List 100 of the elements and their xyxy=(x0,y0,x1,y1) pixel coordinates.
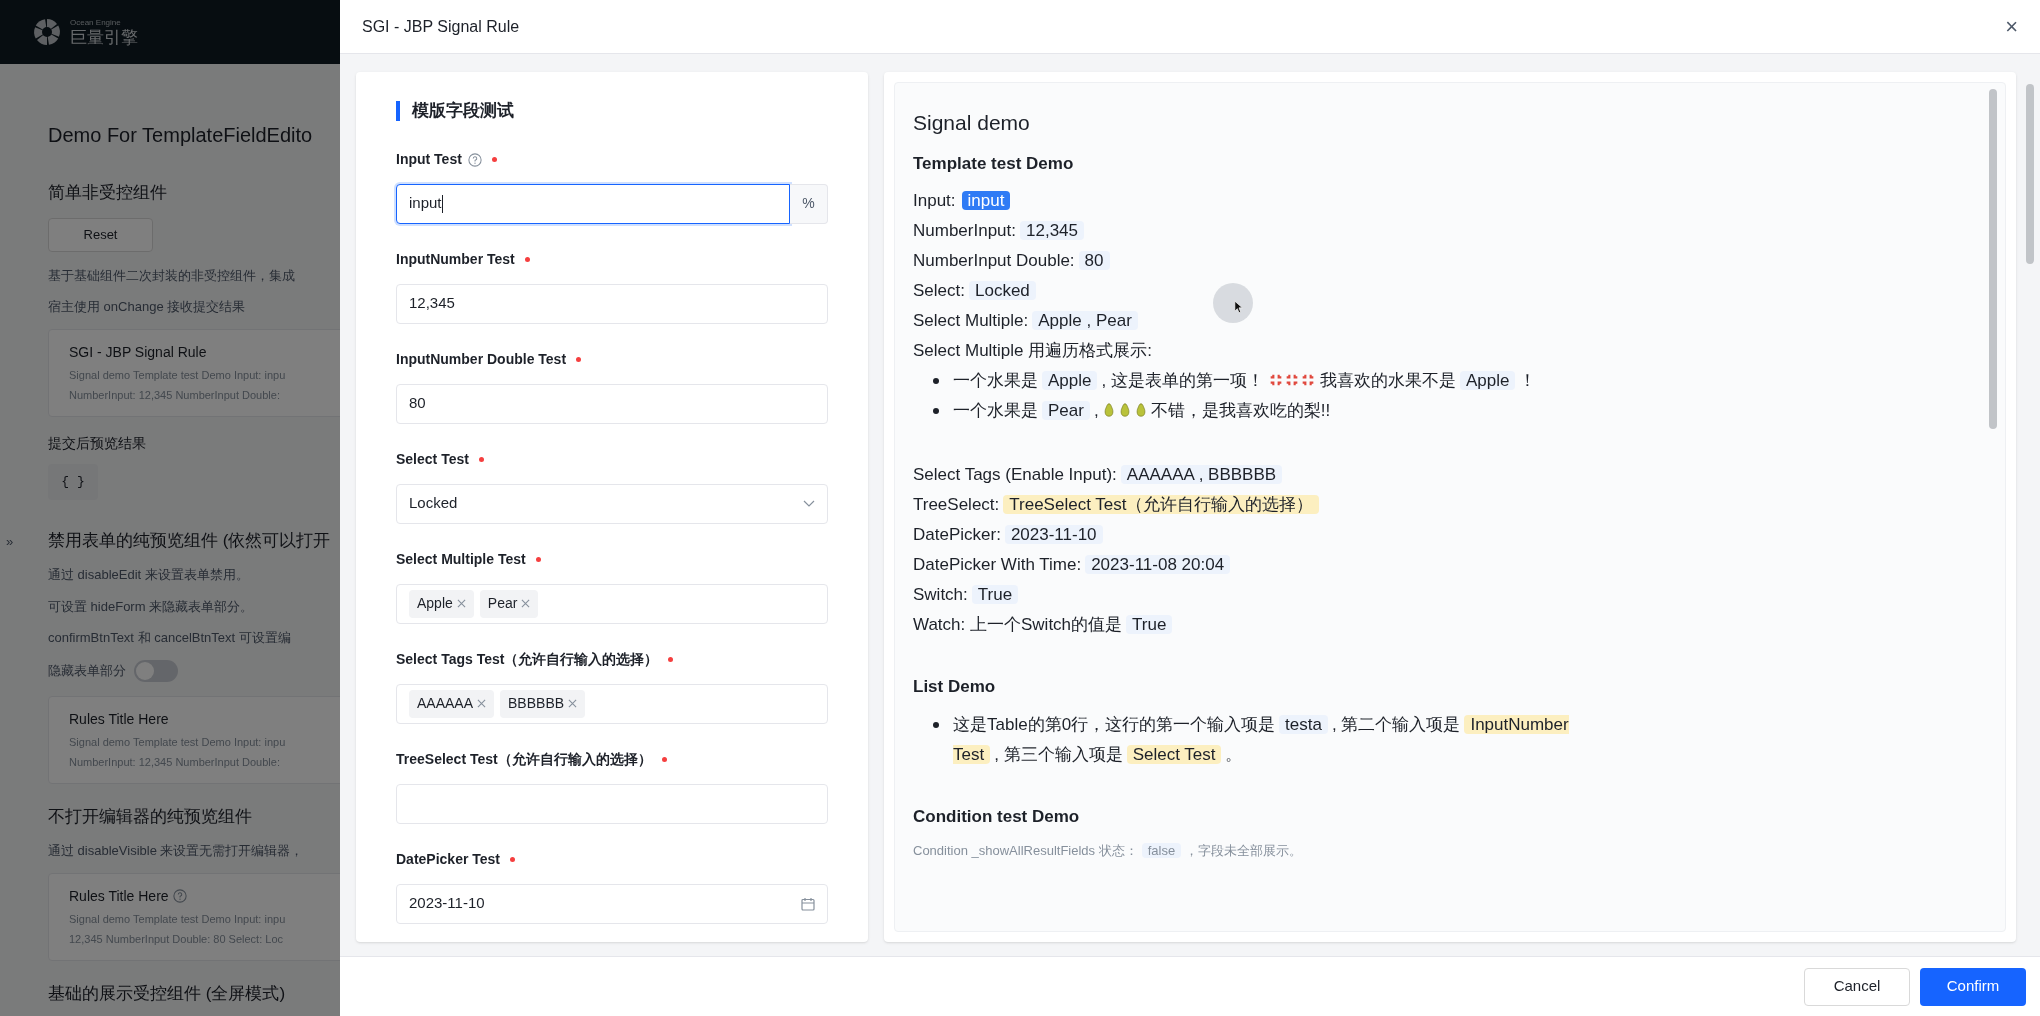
field-label: InputNumber Double Test xyxy=(396,350,567,369)
section-heading: 不打开编辑器的纯预览组件 xyxy=(48,805,253,828)
preview-text: Condition _showAllResultFields 状态： xyxy=(913,843,1138,858)
tag-chip[interactable]: Pear xyxy=(479,589,539,618)
preview-text: NumberInput: xyxy=(913,221,1016,240)
card-summary: 12,345 NumberInput Double: 80 Select: Loc xyxy=(69,932,285,947)
highlight-chip: Select Test xyxy=(1126,744,1222,764)
bullet-icon xyxy=(933,378,939,384)
remove-icon[interactable] xyxy=(477,699,487,708)
preview-text: Select Multiple 用遍历格式展示: xyxy=(913,341,1152,360)
preview-text: 不错，是我喜欢吃的梨!! xyxy=(1150,401,1331,420)
rule-card[interactable]: Rules Title Here Signal demo Template test Demo Input: inpu NumberInput: 12,345 NumberInput Double: xyxy=(48,695,340,784)
section-heading: 禁用表单的纯预览组件 (依然可以打开 xyxy=(48,529,332,552)
preview-text: NumberInput Double: xyxy=(913,251,1075,270)
card-summary: Signal demo Template test Demo Input: inpu xyxy=(69,911,287,927)
logo-icon xyxy=(32,17,62,47)
value-chip: 2023-11-10 xyxy=(1004,525,1103,544)
preview-text: DatePicker With Time: xyxy=(913,555,1082,574)
field-label: Select Test xyxy=(396,450,469,469)
remove-icon[interactable] xyxy=(568,699,578,708)
reset-button[interactable]: Reset xyxy=(48,217,153,252)
bullet-icon xyxy=(933,408,939,414)
close-button[interactable]: × xyxy=(2005,15,2018,38)
value-chip: 80 xyxy=(1078,251,1110,270)
preview-text: DatePicker: xyxy=(913,525,1001,544)
value-chip: testa xyxy=(1279,714,1328,734)
multi-select-field[interactable]: AAAAAA BBBBBB xyxy=(396,683,828,724)
confirm-button[interactable]: Confirm xyxy=(1920,967,2026,1006)
logo-text: 巨量引擎 xyxy=(70,28,138,46)
card-title: SGI - JBP Signal Rule xyxy=(69,342,207,362)
preview-text: , 第二个输入项是 xyxy=(1331,714,1461,734)
multi-select-field[interactable]: Apple Pear xyxy=(396,583,828,624)
preview-text: ，字段未全部展示。 xyxy=(1185,843,1303,858)
cancel-button[interactable]: Cancel xyxy=(1804,967,1910,1006)
bullet-icon xyxy=(933,721,939,728)
value-chip: Locked xyxy=(969,281,1036,300)
value-chip: Pear xyxy=(1042,401,1090,420)
rule-card[interactable]: SGI - JBP Signal Rule Signal demo Template test Demo Input: inpu NumberInput: 12,345 NumberInput Double: xyxy=(48,328,340,417)
value-chip: Apple xyxy=(1459,371,1516,390)
tag-chip[interactable]: Apple xyxy=(409,589,474,618)
value-chip: AAAAAA , BBBBBB xyxy=(1120,465,1283,484)
preview-text: 这是Table的第0行，这行的第一个输入项是 xyxy=(953,714,1276,734)
preview-text: 一个水果是 xyxy=(953,371,1038,390)
preview-heading: List Demo xyxy=(913,676,997,698)
heading-accent-bar xyxy=(396,100,400,121)
description-text: 通过 disableEdit 来设置表单禁用。 xyxy=(48,566,250,584)
calendar-icon xyxy=(801,896,815,911)
input-suffix: % xyxy=(790,183,828,224)
preview-text: Watch: 上一个Switch的值是 xyxy=(913,615,1123,634)
card-summary: NumberInput: 12,345 NumberInput Double: xyxy=(69,755,281,770)
remove-icon[interactable] xyxy=(456,599,466,608)
value-chip: Apple , Pear xyxy=(1032,311,1138,330)
date-field[interactable]: 2023-11-10 xyxy=(396,883,828,924)
mouse-cursor-icon xyxy=(1213,283,1253,323)
text-input[interactable]: 12,345 xyxy=(396,283,828,324)
value-chip: Apple xyxy=(1042,371,1098,390)
description-text: 基于基础组件二次封装的非受控组件，集成 xyxy=(48,266,296,285)
section-heading: 简单非受控组件 xyxy=(48,182,168,204)
preview-text: Select Tags (Enable Input): xyxy=(913,465,1117,484)
preview-text: Select: xyxy=(913,281,965,300)
remove-icon[interactable] xyxy=(521,599,531,608)
preview-text: TreeSelect: xyxy=(913,495,1000,514)
preview-title: Signal demo xyxy=(913,110,1031,136)
card-summary: NumberInput: 12,345 NumberInput Double: xyxy=(69,388,281,403)
preview-text: 。 xyxy=(1225,744,1243,764)
text-input[interactable]: 80 xyxy=(396,383,828,424)
scrollbar-thumb[interactable] xyxy=(1989,89,1997,429)
highlight-chip: TreeSelect Test（允许自行输入的选择） xyxy=(1003,495,1320,514)
description-text: confirmBtnText 和 cancelBtnText 可设置编 xyxy=(48,629,292,647)
description-text: 宿主使用 onChange 接收提交结果 xyxy=(48,298,247,316)
code-block: { } xyxy=(48,463,98,500)
toggle-switch[interactable] xyxy=(134,659,178,682)
drawer-title: SGI - JBP Signal Rule xyxy=(362,16,520,37)
tag-chip[interactable]: AAAAAA xyxy=(409,689,495,718)
switch-label: 隐藏表单部分 xyxy=(48,661,126,680)
value-chip: 2023-11-08 20:04 xyxy=(1085,555,1231,574)
section-subheading: 提交后预览结果 xyxy=(48,433,147,453)
text-input[interactable]: input xyxy=(396,183,790,224)
preview-text: , 第三个输入项是 xyxy=(994,744,1123,764)
preview-text: , 这是表单的第一项！ xyxy=(1101,371,1264,390)
card-summary: Signal demo Template test Demo Input: inpu xyxy=(69,734,287,750)
text-input[interactable] xyxy=(396,783,828,824)
active-value-chip: input xyxy=(961,191,1011,210)
field-label: Select Tags Test（允许自行输入的选择） xyxy=(396,650,659,669)
page-title: Demo For TemplateFieldEdito xyxy=(48,123,314,148)
value-chip: false xyxy=(1141,843,1182,858)
preview-text: Input: xyxy=(913,191,956,210)
page-scrollbar-thumb[interactable] xyxy=(2026,84,2034,264)
preview-heading: Template test Demo xyxy=(913,152,1075,175)
tag-chip[interactable]: BBBBBB xyxy=(500,689,586,718)
rule-card[interactable]: Rules Title Here Signal demo Template test Demo Input: inpu 12,345 NumberInput Double: 80 Select: Loc xyxy=(48,872,340,961)
field-label: InputNumber Test xyxy=(396,250,515,269)
select-field[interactable]: Locked xyxy=(396,483,828,524)
field-label: Select Multiple Test xyxy=(396,550,526,569)
preview-text: , xyxy=(1093,401,1099,420)
preview-text: Select Multiple: xyxy=(913,311,1029,330)
preview-text: ！ xyxy=(1519,371,1537,390)
card-summary: Signal demo Template test Demo Input: inpu xyxy=(69,367,287,383)
preview-text: Switch: xyxy=(913,585,968,604)
value-chip: True xyxy=(1126,615,1173,634)
